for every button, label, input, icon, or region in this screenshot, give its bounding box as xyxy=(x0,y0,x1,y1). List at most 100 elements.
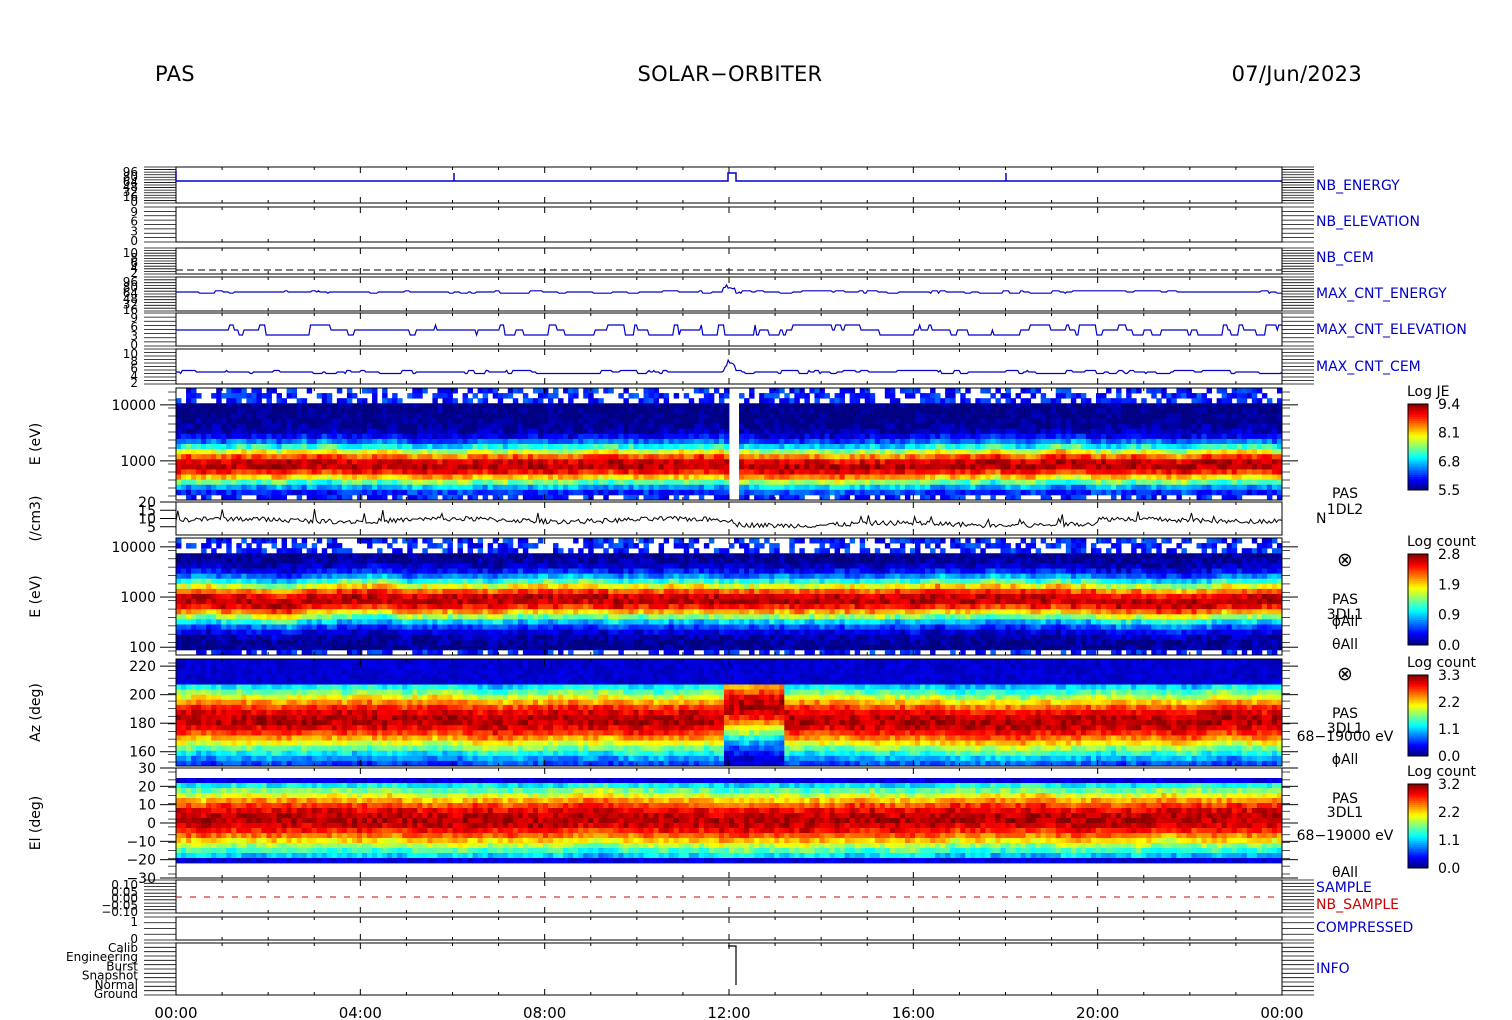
spectrogram-cell xyxy=(1201,433,1207,440)
spectrogram-cell xyxy=(703,408,710,414)
spectrogram-cell xyxy=(960,469,966,475)
spectrogram-cell xyxy=(658,444,665,450)
spectrogram-cell xyxy=(1256,433,1263,440)
spectrogram-cell xyxy=(915,459,921,465)
spectrogram-cell xyxy=(1166,454,1172,460)
spectrogram-cell xyxy=(683,479,690,486)
spectrogram-cell xyxy=(1015,444,1021,450)
spectrogram-cell xyxy=(623,464,629,470)
spectrogram-cell xyxy=(1266,489,1273,496)
spectrogram-cell xyxy=(472,428,479,435)
spectrogram-cell xyxy=(507,464,514,470)
spectrogram-cell xyxy=(1231,433,1238,440)
spectrogram-cell xyxy=(940,408,946,414)
spectrogram-cell xyxy=(663,459,670,465)
spectrogram-cell xyxy=(216,469,222,475)
spectrogram-cell xyxy=(784,449,790,455)
spectrogram-cell xyxy=(1075,484,1082,491)
spectrogram-cell xyxy=(869,484,876,491)
spectrogram-cell xyxy=(754,484,760,491)
spectrogram-cell xyxy=(548,469,554,475)
spectrogram-cell xyxy=(955,418,961,425)
spectrogram-cell xyxy=(920,454,926,460)
spectrogram-cell xyxy=(452,388,458,394)
spectrogram-cell xyxy=(271,408,277,414)
spectrogram-cell xyxy=(1106,413,1112,419)
spectrogram-cell xyxy=(839,413,846,419)
spectrogram-cell xyxy=(628,469,634,475)
spectrogram-cell xyxy=(301,459,308,465)
spectrogram-cell xyxy=(975,469,981,475)
spectrogram-cell xyxy=(583,393,589,399)
spectrogram-cell xyxy=(532,438,539,445)
spectrogram-cell xyxy=(1216,388,1223,394)
spectrogram-cell xyxy=(1030,444,1037,450)
spectrogram-cell xyxy=(739,403,745,409)
spectrogram-cell xyxy=(527,438,534,445)
spectrogram-cell xyxy=(789,484,795,491)
spectrogram-cell xyxy=(779,398,785,404)
spectrogram-cell xyxy=(668,408,675,414)
spectrogram-cell xyxy=(578,413,584,419)
spectrogram-cell xyxy=(216,403,222,409)
spectrogram-cell xyxy=(507,388,514,394)
spectrogram-cell xyxy=(462,438,468,445)
spectrogram-cell xyxy=(950,449,956,455)
spectrogram-cell xyxy=(1085,449,1092,455)
spectrogram-cell xyxy=(739,438,745,445)
spectrogram-cell xyxy=(457,484,463,491)
spectrogram-cell xyxy=(1216,449,1223,455)
spectrogram-cell xyxy=(1231,428,1238,435)
spectrogram-cell xyxy=(819,423,825,430)
spectrogram-cell xyxy=(814,393,820,399)
spectrogram-cell xyxy=(1000,459,1006,465)
spectrogram-cell xyxy=(1241,418,1248,425)
spectrogram-cell xyxy=(1111,484,1117,491)
spectrogram-cell xyxy=(809,403,815,409)
spectrogram-cell xyxy=(442,423,448,430)
spectrogram-cell xyxy=(1000,474,1006,481)
spectrogram-cell xyxy=(859,449,866,455)
spectrogram-cell xyxy=(693,418,700,425)
spectrogram-cell xyxy=(784,454,790,460)
spectrogram-cell xyxy=(1171,484,1177,491)
spectrogram-cell xyxy=(1256,489,1263,496)
spectrogram-cell xyxy=(995,464,1001,470)
spectrogram-cell xyxy=(950,464,956,470)
spectrogram-cell xyxy=(779,433,785,440)
spectrogram-cell xyxy=(588,489,594,496)
spectrogram-cell xyxy=(759,393,765,399)
spectrogram-cell xyxy=(618,413,624,419)
spectrogram-cell xyxy=(799,393,805,399)
spectrogram-cell xyxy=(1166,479,1172,486)
spectrogram-cell xyxy=(1141,428,1147,435)
spectrogram-cell xyxy=(1261,474,1268,481)
spectrogram-cell xyxy=(899,454,906,460)
spectrogram-cell xyxy=(196,423,202,430)
spectrogram-cell xyxy=(754,433,760,440)
spectrogram-cell xyxy=(331,474,338,481)
spectrogram-cell xyxy=(638,464,644,470)
spectrogram-cell xyxy=(1206,398,1213,404)
spectrogram-cell xyxy=(457,438,463,445)
spectrogram-cell xyxy=(955,403,961,409)
spectrogram-cell xyxy=(739,489,745,496)
spectrogram-cell xyxy=(920,423,926,430)
spectrogram-cell xyxy=(537,398,544,404)
spectrogram-cell xyxy=(1226,413,1233,419)
spectrogram-cell xyxy=(341,464,348,470)
spectrogram-cell xyxy=(1146,403,1152,409)
spectrogram-cell xyxy=(960,479,966,486)
spectrogram-cell xyxy=(201,454,207,460)
spectrogram-cell xyxy=(326,474,333,481)
spectrogram-cell xyxy=(799,454,805,460)
spectrogram-cell xyxy=(256,418,262,425)
spectrogram-cell xyxy=(980,408,986,414)
spectrogram-cell xyxy=(1040,484,1047,491)
spectrogram-cell xyxy=(754,474,760,481)
spectrogram-cell xyxy=(1151,459,1157,465)
spectrogram-cell xyxy=(176,423,182,430)
spectrogram-cell xyxy=(326,433,333,440)
spectrogram-cell xyxy=(1126,413,1132,419)
spectrogram-cell xyxy=(1040,449,1047,455)
